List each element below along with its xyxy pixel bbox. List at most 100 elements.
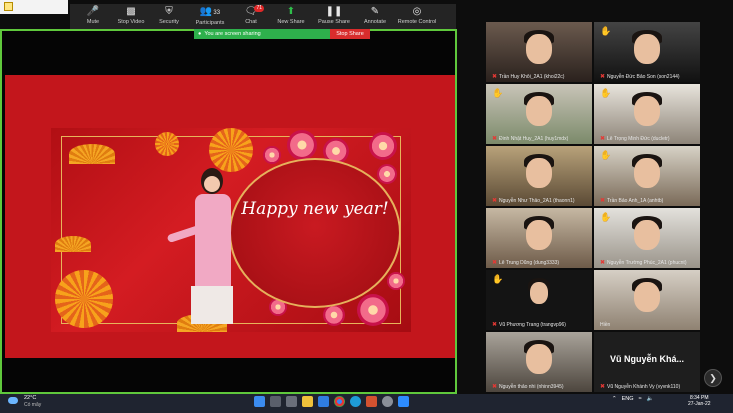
security-button[interactable]: ⛨ Security [150, 4, 188, 30]
chevron-up-icon[interactable]: ⌃ [612, 396, 617, 402]
new-share-label: New Share [277, 19, 305, 25]
fan-decoration [55, 236, 91, 252]
stop-video-button[interactable]: ▩ Stop Video [112, 4, 150, 30]
mic-muted-icon: ✖ [492, 384, 498, 390]
participants-button[interactable]: 👥33 Participants [188, 4, 232, 30]
mic-muted-icon: ✖ [600, 136, 606, 142]
zoom-screen: 🎤 Mute ▩ Stop Video ⛨ Security 👥33 Parti… [0, 0, 733, 413]
meeting-toolbar: 🎤 Mute ▩ Stop Video ⛨ Security 👥33 Parti… [70, 4, 456, 30]
blossom-decoration [369, 132, 397, 160]
language-indicator[interactable]: ENG [622, 396, 634, 402]
participant-name-text: Nguyễn Đức Bảo Son (son2144) [607, 73, 680, 80]
mic-muted-icon: ✖ [600, 74, 606, 80]
sharing-status[interactable]: ● You are screen sharing [194, 29, 330, 39]
task-view-icon[interactable] [286, 396, 297, 407]
powerpoint-icon[interactable] [366, 396, 377, 407]
mic-muted-icon: ✖ [492, 74, 498, 80]
stop-share-label: Stop Share [336, 31, 364, 37]
participant-name-text: Nguyễn Như Thảo_2A1 (thaonn1) [499, 197, 575, 204]
participant-face [526, 96, 552, 126]
stop-share-button[interactable]: Stop Share [330, 29, 370, 39]
participant-name-text: Vũ Nguyễn Khánh Vy (vyvnk110) [607, 383, 681, 390]
edge-icon[interactable] [350, 396, 361, 407]
participant-tile[interactable]: ✋ ✖ Lê Trọng Minh Đức (ducletr) [594, 84, 700, 144]
participant-tile[interactable]: ✖ Lê Trung Dũng (dung3333) [486, 208, 592, 268]
start-icon[interactable] [254, 396, 265, 407]
raised-hand-icon: ✋ [600, 26, 612, 36]
participant-tile[interactable]: ✋ ✖ Nguyễn Trường Phúc_2A1 (phucnt) [594, 208, 700, 268]
pause-share-label: Pause Share [318, 19, 350, 25]
participant-name: ✖ Đinh Nhật Huy_2A1 (huy1mdx) [492, 135, 568, 143]
chat-label: Chat [245, 19, 257, 25]
mic-muted-icon: ✖ [492, 260, 498, 266]
mail-icon[interactable] [318, 396, 329, 407]
participant-tile[interactable]: ✖ Nguyễn Như Thảo_2A1 (thaonn1) [486, 146, 592, 206]
mic-muted-icon: ✖ [492, 322, 498, 328]
participant-tile[interactable]: ✖ Nguyễn thảo nhi (nhinn3945) [486, 332, 592, 392]
participant-name-text: Lê Trọng Minh Đức (ducletr) [607, 135, 670, 142]
chrysanthemum-decoration [209, 128, 253, 172]
blossom-decoration [377, 164, 397, 184]
chat-badge: 71 [254, 5, 264, 12]
zoom-icon[interactable] [398, 396, 409, 407]
participant-face [634, 282, 660, 312]
participant-name: ✖ Trần Huy Khôi_2A1 (khoi22c) [492, 73, 564, 81]
participant-tile[interactable]: Vũ Nguyễn Khá... ✖ Vũ Nguyễn Khánh Vy (vy… [594, 332, 700, 392]
search-icon[interactable] [270, 396, 281, 407]
weather-widget[interactable]: 22°C Có mây [8, 395, 48, 413]
participants-icon: 👥33 [199, 6, 221, 17]
annotate-button[interactable]: ✎ Annotate [356, 4, 394, 30]
mic-muted-icon: ✖ [600, 198, 606, 204]
participant-face [530, 282, 548, 304]
mic-muted-icon: ✖ [600, 260, 606, 266]
security-label: Security [159, 19, 179, 25]
participant-tile[interactable]: Hiền [594, 270, 700, 330]
annotate-label: Annotate [363, 19, 387, 25]
system-tray: ⌃ ENG ≈ 🔈 [612, 396, 653, 402]
participant-gallery: ✖ Trần Huy Khôi_2A1 (khoi22c) ✋ ✖ Nguyễn Đ… [462, 12, 733, 394]
participant-face [526, 34, 552, 64]
remote-control-icon: ◎ [412, 6, 422, 17]
mic-icon: 🎤 [86, 6, 100, 17]
wifi-icon[interactable]: ≈ [639, 396, 642, 402]
participant-tile[interactable]: ✋ ✖ Nguyễn Đức Bảo Son (son2144) [594, 22, 700, 82]
participant-name-text: Nguyễn thảo nhi (nhinn3945) [499, 383, 564, 390]
window-strip [0, 0, 68, 14]
participant-face [526, 344, 552, 374]
share-icon: ⬆ [286, 6, 296, 17]
mic-muted-icon: ✖ [492, 136, 498, 142]
participant-name-text: Hiền [600, 322, 611, 328]
raised-hand-icon: ✋ [492, 274, 504, 284]
sharing-indicator-icon: ● [198, 31, 202, 37]
participant-tile[interactable]: ✋ ✖ Trần Bảo Anh_1A (anhtb) [594, 146, 700, 206]
clock-date: 27-Jan-22 [688, 401, 711, 407]
speaker-icon[interactable]: 🔈 [647, 396, 654, 402]
mute-button[interactable]: 🎤 Mute [74, 4, 112, 30]
participants-label: Participants [195, 20, 225, 26]
settings-icon[interactable] [382, 396, 393, 407]
blossom-decoration [287, 130, 317, 160]
cloud-icon [8, 397, 18, 404]
pause-share-button[interactable]: ❚❚ Pause Share [312, 4, 356, 30]
next-page-button[interactable]: ❯ [704, 369, 722, 387]
participant-face [634, 96, 660, 126]
new-share-button[interactable]: ⬆ New Share [270, 4, 312, 30]
participant-tile[interactable]: ✖ Trần Huy Khôi_2A1 (khoi22c) [486, 22, 592, 82]
participant-name-text: Vũ Phương Trang (trangvp96) [499, 321, 566, 328]
participant-name: ✖ Trần Bảo Anh_1A (anhtb) [600, 197, 663, 205]
chat-button[interactable]: 🗨 71 Chat [232, 4, 270, 30]
participant-name: ✖ Nguyễn Đức Bảo Son (son2144) [600, 73, 680, 81]
chrome-icon[interactable] [334, 396, 345, 407]
participant-name: Hiền [600, 322, 610, 328]
participant-face [526, 158, 552, 188]
participant-tile[interactable]: ✋ ✖ Đinh Nhật Huy_2A1 (huy1mdx) [486, 84, 592, 144]
weather-text: Có mây [24, 402, 42, 408]
remote-control-button[interactable]: ◎ Remote Control [394, 4, 440, 30]
taskbar-clock[interactable]: 8:34 PM 27-Jan-22 [688, 395, 711, 407]
app-window-icon [4, 2, 13, 11]
shared-screen-area: Happy new year! [0, 29, 457, 394]
participant-name: ✖ Nguyễn thảo nhi (nhinn3945) [492, 383, 564, 391]
file-explorer-icon[interactable] [302, 396, 313, 407]
participant-face [526, 220, 552, 250]
participant-tile[interactable]: ✋ ✖ Vũ Phương Trang (trangvp96) [486, 270, 592, 330]
